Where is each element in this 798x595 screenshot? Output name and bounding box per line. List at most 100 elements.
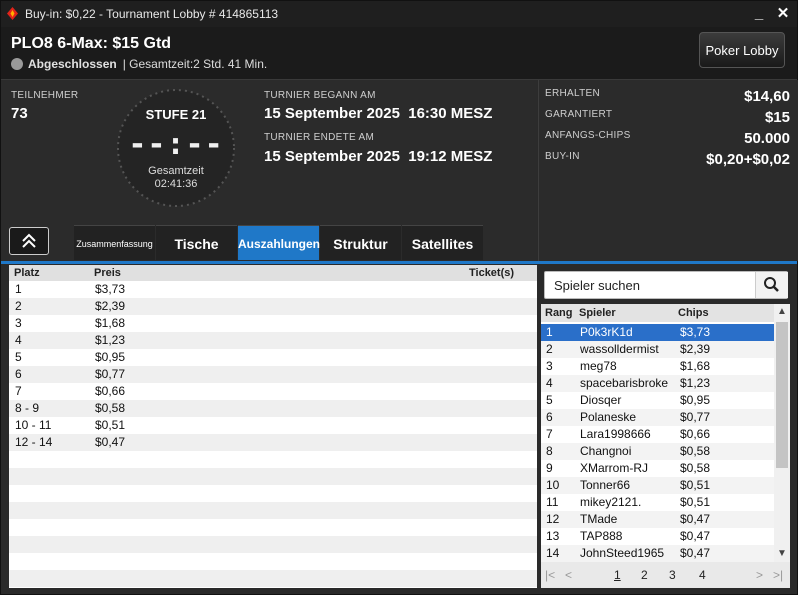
player-chips: $0,58 (680, 444, 711, 458)
player-chips: $0,77 (680, 410, 711, 424)
payout-row: 5 $0,95 (9, 349, 537, 366)
tab-payouts[interactable]: Auszahlungen (238, 225, 320, 260)
payout-row: 6 $0,77 (9, 366, 537, 383)
payout-row (9, 570, 537, 587)
first-page-icon[interactable]: |< (545, 568, 555, 582)
search-icon (764, 277, 779, 292)
received-value: $14,60 (744, 88, 790, 105)
started-value: 15 September 2025 16:30 MESZ (264, 105, 493, 122)
payout-place: 3 (15, 316, 22, 330)
payout-place: 10 - 11 (15, 418, 52, 432)
payouts-table: Platz Preis Ticket(s) 1 $3,73 2 $2,39 3 $1,68… (9, 265, 537, 588)
payout-row: 8 - 9 $0,58 (9, 400, 537, 417)
player-chips: $0,47 (680, 529, 711, 543)
payout-prize: $0,77 (95, 367, 126, 381)
col-place: Platz (14, 267, 40, 279)
player-chips: $0,51 (680, 478, 711, 492)
buyin-value: $0,20+$0,02 (706, 151, 790, 168)
player-row[interactable]: 11 mikey2121. $0,51 (541, 494, 774, 511)
player-name: XMarrom-RJ (580, 461, 648, 475)
payout-row (9, 553, 537, 570)
player-rank: 14 (546, 546, 560, 560)
start-chips-value: 50.000 (744, 130, 790, 147)
player-row[interactable]: 1 P0k3rK1d $3,73 (541, 324, 774, 341)
payout-place: 4 (15, 333, 22, 347)
collapse-button[interactable] (9, 227, 49, 255)
payout-prize: $1,23 (95, 333, 126, 347)
player-name: TMade (580, 512, 618, 526)
player-name: mikey2121. (580, 495, 642, 509)
player-list: Rang Spieler Chips 1 P0k3rK1d $3,73 2 wassol… (541, 304, 790, 562)
player-row[interactable]: 12 TMade $0,47 (541, 511, 774, 528)
player-list-pager: |< < 1 2 3 4 > >| (541, 562, 790, 588)
tournament-lobby-window: Buy-in: $0,22 - Tournament Lobby # 41486… (0, 0, 798, 595)
payout-place: 6 (15, 367, 22, 381)
page-2[interactable]: 2 (641, 568, 648, 582)
page-1[interactable]: 1 (614, 568, 621, 582)
tab-satellites[interactable]: Satellites (402, 225, 483, 260)
payout-place: 1 (15, 282, 22, 296)
payout-prize: $0,47 (95, 435, 126, 449)
player-chips: $0,58 (680, 461, 711, 475)
player-row[interactable]: 2 wassolldermist $2,39 (541, 341, 774, 358)
guaranteed-label: GARANTIERT (545, 109, 613, 120)
payout-place: 5 (15, 350, 22, 364)
status-text: Abgeschlossen (28, 57, 117, 71)
scroll-down-icon[interactable]: ▼ (774, 546, 790, 562)
page-4[interactable]: 4 (699, 568, 706, 582)
search-button[interactable] (755, 272, 788, 298)
player-chips: $2,39 (680, 342, 711, 356)
player-row[interactable]: 6 Polaneske $0,77 (541, 409, 774, 426)
player-row[interactable]: 5 Diosqer $0,95 (541, 392, 774, 409)
ended-label: TURNIER ENDETE AM (264, 132, 375, 143)
page-3[interactable]: 3 (669, 568, 676, 582)
player-rank: 2 (546, 342, 553, 356)
next-page-icon[interactable]: > (756, 568, 763, 582)
payout-row (9, 485, 537, 502)
player-row[interactable]: 14 JohnSteed1965 $0,47 (541, 545, 774, 562)
player-chips: $0,47 (680, 512, 711, 526)
player-rank: 8 (546, 444, 553, 458)
player-row[interactable]: 4 spacebarisbroke $1,23 (541, 375, 774, 392)
player-row[interactable]: 3 meg78 $1,68 (541, 358, 774, 375)
tournament-header: PLO8 6-Max: $15 Gtd Abgeschlossen | Gesam… (1, 27, 797, 80)
player-rank: 13 (546, 529, 560, 543)
player-row[interactable]: 9 XMarrom-RJ $0,58 (541, 460, 774, 477)
minimize-button[interactable]: _ (749, 4, 769, 24)
prize-info-panel: ERHALTEN $14,60 GARANTIERT $15 ANFANGS-C… (538, 80, 798, 261)
payout-row (9, 502, 537, 519)
window-title: Buy-in: $0,22 - Tournament Lobby # 41486… (25, 7, 279, 21)
total-duration: | Gesamtzeit:2 Std. 41 Min. (122, 57, 268, 71)
ended-value: 15 September 2025 19:12 MESZ (264, 148, 493, 165)
payout-row: 2 $2,39 (9, 298, 537, 315)
player-chips: $0,95 (680, 393, 711, 407)
player-search (544, 271, 788, 299)
tab-summary[interactable]: Zusammenfassung (74, 225, 155, 260)
scrollbar-thumb[interactable] (776, 322, 788, 468)
poker-lobby-button[interactable]: Poker Lobby (699, 32, 785, 68)
total-time-value: 02:41:36 (154, 178, 198, 190)
player-row[interactable]: 8 Changnoi $0,58 (541, 443, 774, 460)
tab-tables[interactable]: Tische (156, 225, 237, 260)
close-button[interactable]: ✕ (773, 4, 793, 24)
player-row[interactable]: 13 TAP888 $0,47 (541, 528, 774, 545)
player-chips: $1,68 (680, 359, 711, 373)
player-list-scrollbar[interactable]: ▲ ▼ (774, 304, 790, 562)
last-page-icon[interactable]: >| (773, 568, 783, 582)
prev-page-icon[interactable]: < (565, 568, 572, 582)
payout-place: 7 (15, 384, 22, 398)
player-rank: 3 (546, 359, 553, 373)
player-row[interactable]: 7 Lara1998666 $0,66 (541, 426, 774, 443)
payout-prize: $0,95 (95, 350, 126, 364)
scroll-up-icon[interactable]: ▲ (774, 304, 790, 320)
payout-row (9, 468, 537, 485)
tab-structure[interactable]: Struktur (320, 225, 401, 260)
tournament-status: Abgeschlossen | Gesamtzeit:2 Std. 41 Min. (11, 57, 267, 71)
player-name: P0k3rK1d (580, 325, 633, 339)
level-label: STUFE 21 (145, 107, 207, 122)
start-chips-label: ANFANGS-CHIPS (545, 130, 631, 141)
started-label: TURNIER BEGANN AM (264, 90, 376, 101)
player-search-input[interactable] (545, 272, 755, 298)
player-row[interactable]: 10 Tonner66 $0,51 (541, 477, 774, 494)
participants-label: TEILNEHMER (11, 90, 79, 101)
